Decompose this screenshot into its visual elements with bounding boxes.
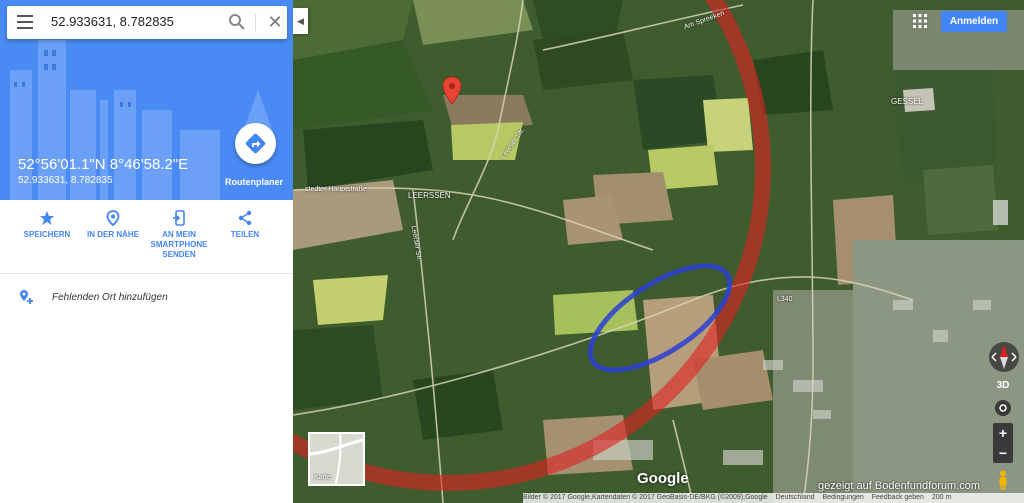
add-missing-place-label: Fehlenden Ort hinzufügen xyxy=(52,292,168,303)
coordinates-dms: 52°56'01.1"N 8°46'58.2"E xyxy=(18,156,189,173)
apps-grid-icon[interactable] xyxy=(913,14,927,28)
road-label-l340: L340 xyxy=(777,296,793,303)
share-button[interactable]: TEILEN xyxy=(212,210,278,240)
zoom-out-button[interactable]: − xyxy=(993,443,1013,463)
nearby-icon xyxy=(106,210,120,226)
google-logo: Google xyxy=(637,470,689,487)
search-input[interactable]: 52.933631, 8.782835 xyxy=(51,14,174,29)
satellite-imagery xyxy=(293,0,1024,503)
send-to-phone-label: AN MEIN SMARTPHONE SENDEN xyxy=(150,230,208,259)
minimap-label: Karte xyxy=(314,474,331,481)
place-hero: 52.933631, 8.782835 ✕ 52°56'01.1"N 8°46'… xyxy=(0,0,293,200)
save-button[interactable]: SPEICHERN xyxy=(14,210,80,240)
my-location-icon[interactable] xyxy=(994,399,1012,417)
nearby-label: IN DER NÄHE xyxy=(86,230,139,239)
side-panel: 52.933631, 8.782835 ✕ 52°56'01.1"N 8°46'… xyxy=(0,0,293,503)
search-icon[interactable] xyxy=(228,13,246,31)
nearby-button[interactable]: IN DER NÄHE xyxy=(80,210,146,240)
signin-button[interactable]: Anmelden xyxy=(941,11,1007,32)
feedback-link[interactable]: Feedback geben xyxy=(872,494,924,501)
scale-label: 200 m xyxy=(931,494,952,501)
zoom-in-button[interactable]: + xyxy=(993,423,1013,443)
share-label: TEILEN xyxy=(230,230,260,239)
add-missing-place-button[interactable]: Fehlenden Ort hinzufügen xyxy=(0,284,293,310)
compass-icon[interactable] xyxy=(988,341,1020,373)
close-icon[interactable]: ✕ xyxy=(265,12,285,32)
map-type-toggle[interactable]: Karte xyxy=(308,432,365,486)
search-divider xyxy=(255,14,256,31)
satellite-map[interactable]: Am Spreeken GESSEL LEERSSEN Leerser Str.… xyxy=(293,0,1024,503)
route-planner-label[interactable]: Routenplaner xyxy=(225,177,283,187)
zoom-control: + − xyxy=(993,423,1013,463)
map-footer: Bilder © 2017 Google,Kartendaten © 2017 … xyxy=(523,493,1024,503)
terms-link[interactable]: Bedingungen xyxy=(823,494,864,501)
route-planner-button[interactable] xyxy=(235,123,276,164)
place-label-leerssen: LEERSSEN xyxy=(408,191,451,200)
road-label-hauptstrasse: stedter Hauptstraße xyxy=(305,186,367,193)
star-icon xyxy=(40,211,54,225)
collapse-panel-button[interactable]: ◀ xyxy=(293,8,308,34)
send-to-phone-icon xyxy=(173,210,185,226)
share-icon xyxy=(238,210,252,226)
pegman-icon[interactable] xyxy=(996,470,1010,490)
directions-icon xyxy=(245,133,266,154)
imagery-attribution: Bilder © 2017 Google,Kartendaten © 2017 … xyxy=(523,494,768,501)
place-label-gessel: GESSEL xyxy=(891,97,924,106)
search-box: 52.933631, 8.782835 ✕ xyxy=(7,6,287,39)
3d-toggle-button[interactable]: 3D xyxy=(994,380,1012,392)
save-label: SPEICHERN xyxy=(23,230,71,239)
coordinates-decimal: 52.933631, 8.782835 xyxy=(18,175,113,186)
country-link[interactable]: Deutschland xyxy=(776,494,815,501)
add-place-icon xyxy=(20,290,33,304)
action-bar: SPEICHERN IN DER NÄHE AN MEIN SMARTPHONE… xyxy=(0,200,293,274)
watermark-text: gezeigt auf Bodenfundforum.com xyxy=(818,480,981,492)
menu-icon[interactable] xyxy=(17,15,33,29)
send-to-phone-button[interactable]: AN MEIN SMARTPHONE SENDEN xyxy=(146,210,212,260)
